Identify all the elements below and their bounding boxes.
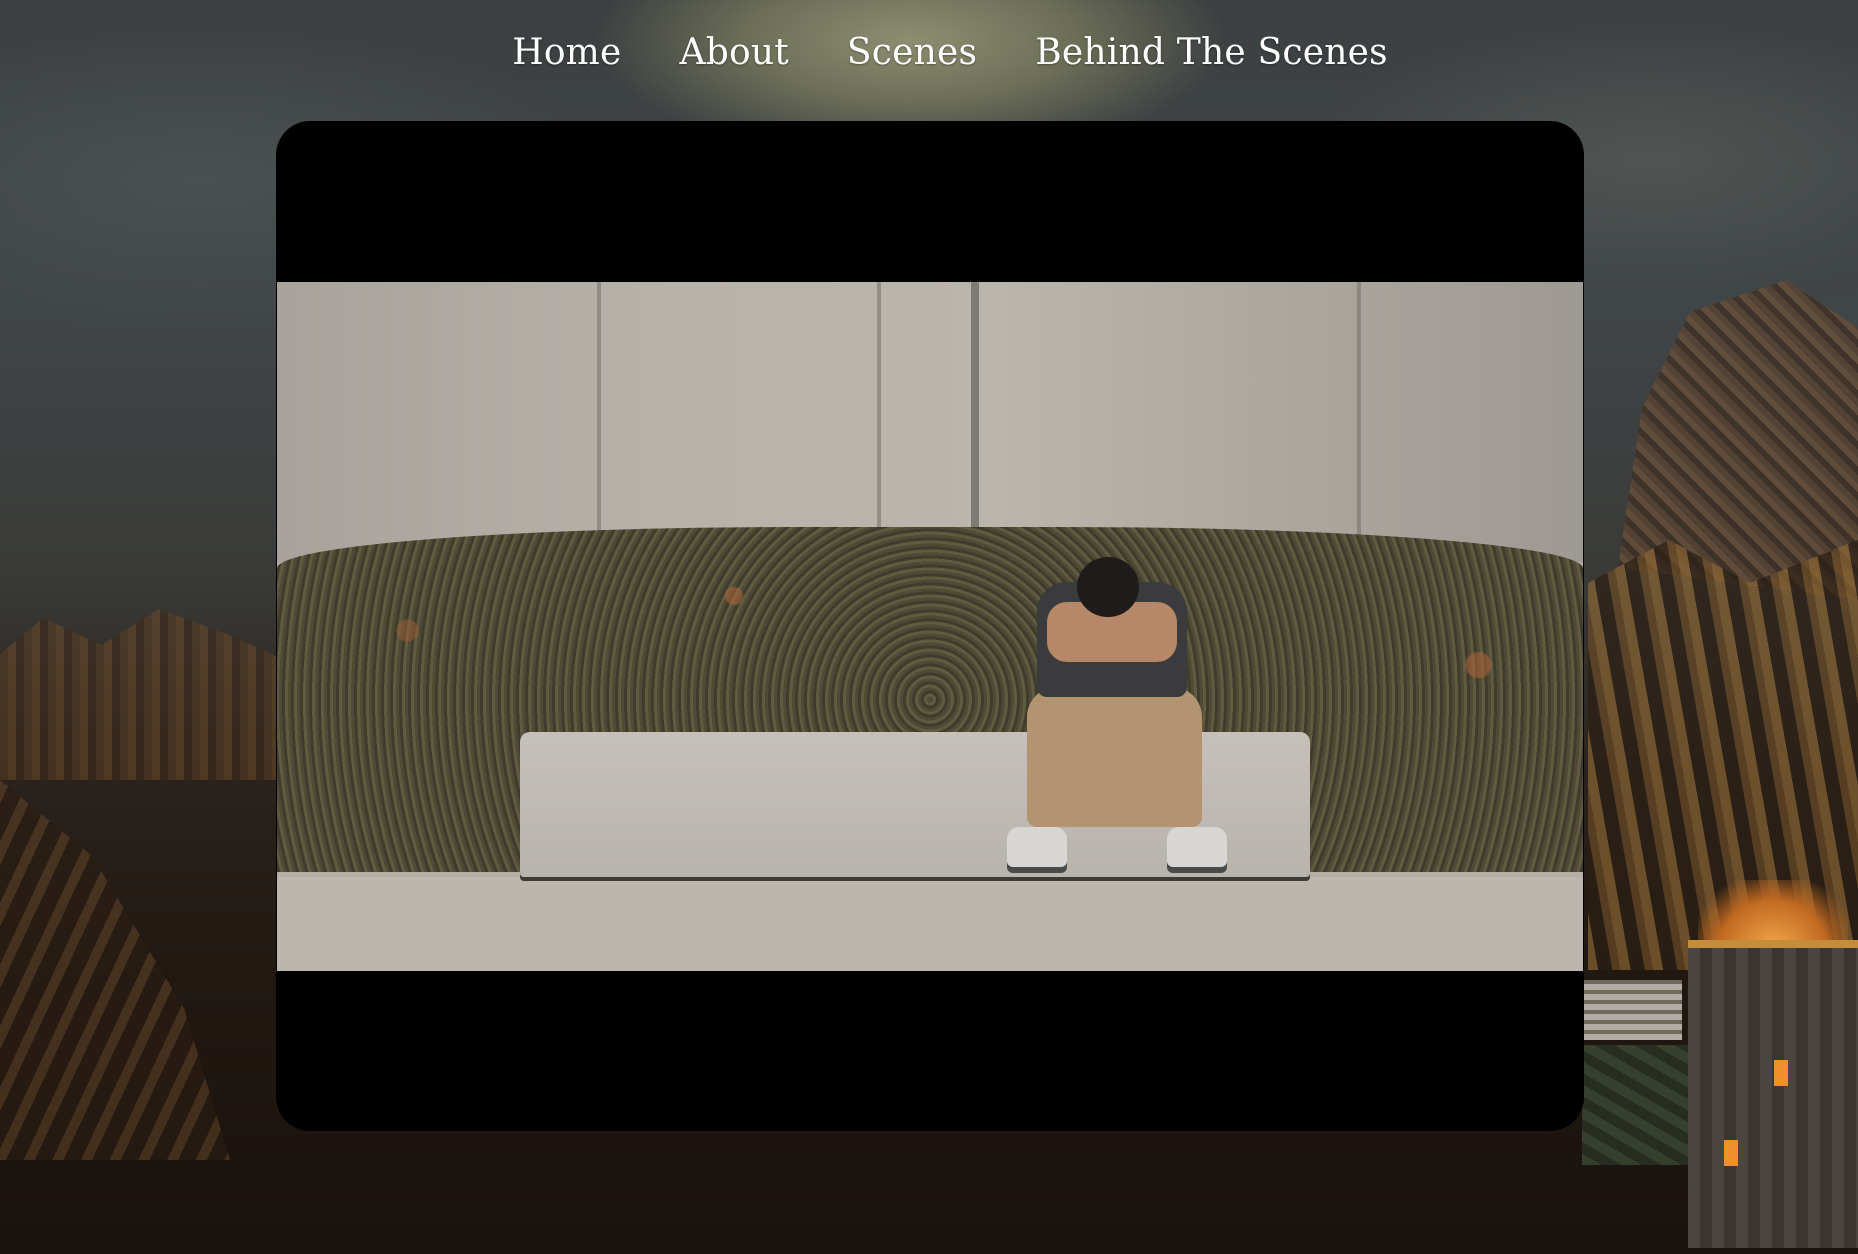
video-still[interactable] [277, 282, 1583, 971]
nav-home[interactable]: Home [512, 32, 621, 73]
ember-icon [1774, 1060, 1788, 1086]
background-plant [1582, 1045, 1702, 1165]
background-grass-left [0, 780, 230, 1160]
background-sign [1582, 980, 1682, 1040]
page: Home About Scenes Behind The Scenes [0, 0, 1858, 1254]
wall-seam [597, 282, 601, 542]
person-head [1077, 557, 1139, 617]
person-shoe-right [1167, 827, 1227, 867]
barrel-icon [1688, 940, 1858, 1248]
nav-about[interactable]: About [680, 32, 789, 73]
wall-seam [877, 282, 881, 542]
person-shoe-left [1007, 827, 1067, 867]
person-legs [1027, 687, 1202, 827]
wall-seam [1357, 282, 1361, 542]
background-bush-left [0, 609, 290, 780]
video-player[interactable] [276, 121, 1584, 1131]
scene-pole [971, 282, 979, 527]
main-nav: Home About Scenes Behind The Scenes [0, 32, 1858, 73]
ember-icon [1724, 1140, 1738, 1166]
scene-ground [277, 877, 1583, 971]
nav-scenes[interactable]: Scenes [847, 32, 977, 73]
scene-person [1007, 557, 1227, 887]
scene-wall [277, 282, 1583, 562]
nav-behind-the-scenes[interactable]: Behind The Scenes [1035, 32, 1388, 73]
